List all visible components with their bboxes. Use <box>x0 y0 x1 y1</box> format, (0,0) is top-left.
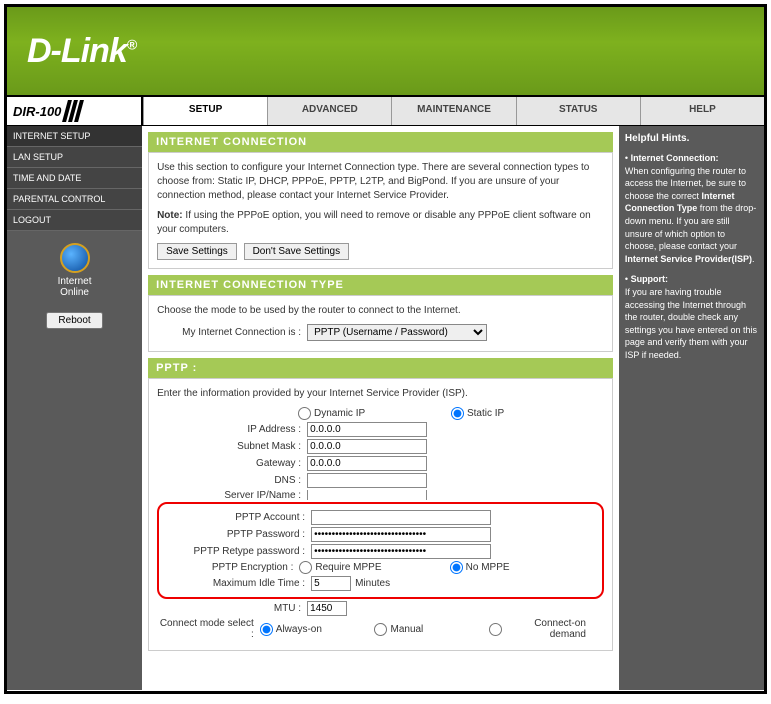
top-nav: DIR-100 SETUP ADVANCED MAINTENANCE STATU… <box>7 95 764 126</box>
pptp-account-input[interactable] <box>311 510 491 525</box>
pptp-retype-password-input[interactable] <box>311 544 491 559</box>
pptp-password-input[interactable] <box>311 527 491 542</box>
section1-text: Use this section to configure your Inter… <box>157 161 604 203</box>
tab-setup[interactable]: SETUP <box>143 97 267 125</box>
model-badge: DIR-100 <box>7 97 143 125</box>
save-settings-button[interactable]: Save Settings <box>157 243 237 260</box>
section1-header: INTERNET CONNECTION <box>148 132 613 152</box>
subnet-mask-input[interactable] <box>307 439 427 454</box>
always-on-radio[interactable]: Always-on <box>260 623 363 636</box>
section3-header: PPTP : <box>148 358 613 378</box>
connection-type-select[interactable]: PPTP (Username / Password) <box>307 324 487 341</box>
sidebar-item-lan-setup[interactable]: LAN SETUP <box>7 147 142 168</box>
idle-time-input[interactable] <box>311 576 351 591</box>
static-ip-radio[interactable]: Static IP <box>451 407 592 420</box>
globe-icon <box>60 243 90 273</box>
manual-radio[interactable]: Manual <box>374 623 477 636</box>
tab-help[interactable]: HELP <box>640 97 764 125</box>
brand-logo: D-Link® <box>27 32 136 71</box>
require-mppe-radio[interactable]: Require MPPE <box>299 561 437 574</box>
section3-intro: Enter the information provided by your I… <box>157 387 604 401</box>
highlighted-region: PPTP Account : PPTP Password : PPTP Rety… <box>157 502 604 599</box>
sidebar: INTERNET SETUP LAN SETUP TIME AND DATE P… <box>7 126 142 690</box>
sidebar-item-logout[interactable]: LOGOUT <box>7 210 142 231</box>
ip-address-input[interactable] <box>307 422 427 437</box>
dont-save-button[interactable]: Don't Save Settings <box>244 243 350 260</box>
header-banner: D-Link® <box>7 7 764 95</box>
sidebar-item-internet-setup[interactable]: INTERNET SETUP <box>7 126 142 147</box>
mtu-input[interactable] <box>307 601 347 616</box>
section1-note: Note: If using the PPPoE option, you wil… <box>157 209 604 237</box>
conn-type-label: My Internet Connection is : <box>157 327 307 338</box>
section2-text: Choose the mode to be used by the router… <box>157 304 604 318</box>
server-ip-input[interactable] <box>307 490 427 500</box>
reboot-button[interactable]: Reboot <box>46 312 102 329</box>
tab-maintenance[interactable]: MAINTENANCE <box>391 97 515 125</box>
dynamic-ip-radio[interactable]: Dynamic IP <box>298 407 439 420</box>
sidebar-item-time-date[interactable]: TIME AND DATE <box>7 168 142 189</box>
gateway-input[interactable] <box>307 456 427 471</box>
sidebar-item-parental[interactable]: PARENTAL CONTROL <box>7 189 142 210</box>
tab-advanced[interactable]: ADVANCED <box>267 97 391 125</box>
section2-header: INTERNET CONNECTION TYPE <box>148 275 613 295</box>
no-mppe-radio[interactable]: No MPPE <box>450 561 588 574</box>
dns-input[interactable] <box>307 473 427 488</box>
helpful-hints: Helpful Hints. • Internet Connection:Whe… <box>619 126 764 690</box>
connect-on-demand-radio[interactable]: Connect-on demand <box>489 618 592 640</box>
tab-status[interactable]: STATUS <box>516 97 640 125</box>
status-indicator: InternetOnline <box>7 243 142 298</box>
main-content: INTERNET CONNECTION Use this section to … <box>142 126 619 690</box>
